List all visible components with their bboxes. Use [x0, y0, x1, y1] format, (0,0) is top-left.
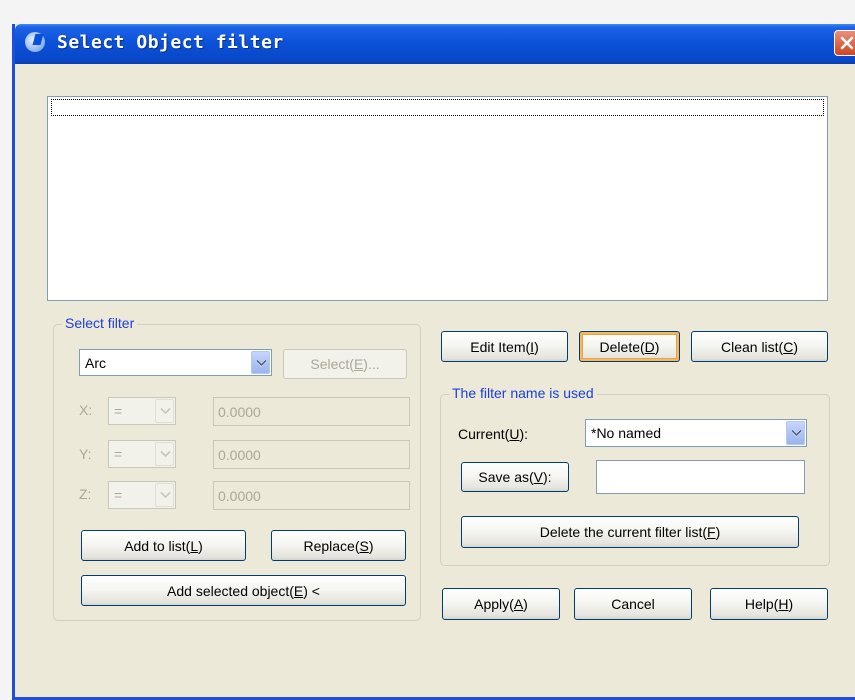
delete-current-filter-list-button[interactable]: Delete the current filter list(F)	[461, 516, 799, 548]
y-label: Y:	[79, 446, 92, 462]
z-operator-value: =	[114, 487, 123, 503]
filter-name-legend: The filter name is used	[449, 385, 597, 401]
select-filter-legend: Select filter	[62, 315, 138, 331]
y-operator-dropdown[interactable]: =	[108, 440, 176, 468]
save-as-button[interactable]: Save as(V):	[461, 462, 569, 492]
close-button[interactable]	[834, 30, 855, 56]
chevron-down-icon[interactable]	[155, 442, 174, 466]
clean-list-button[interactable]: Clean list(C)	[691, 331, 828, 362]
z-operator-dropdown[interactable]: =	[108, 481, 176, 509]
chevron-down-icon[interactable]	[251, 351, 270, 374]
chevron-down-icon[interactable]	[155, 399, 174, 423]
apply-button[interactable]: Apply(A)	[442, 588, 560, 620]
x-value-field[interactable]: 0.0000	[213, 397, 410, 426]
current-filter-dropdown[interactable]: *No named	[585, 419, 807, 447]
save-as-name-field[interactable]	[596, 460, 805, 494]
title-bar[interactable]: Select Object filter	[15, 24, 855, 64]
focus-rectangle	[51, 99, 824, 116]
app-logo-icon	[25, 32, 45, 52]
replace-button[interactable]: Replace(S)	[271, 530, 406, 561]
select-object-filter-dialog: Select Object filter Select filter Arc S…	[12, 24, 855, 700]
object-type-dropdown[interactable]: Arc	[79, 349, 272, 376]
delete-button[interactable]: Delete(D)	[579, 331, 680, 362]
cancel-button[interactable]: Cancel	[574, 588, 692, 620]
x-operator-dropdown[interactable]: =	[108, 397, 176, 425]
dialog-title: Select Object filter	[57, 32, 284, 53]
z-value-field[interactable]: 0.0000	[213, 481, 410, 510]
chevron-down-icon[interactable]	[155, 483, 174, 507]
help-button[interactable]: Help(H)	[710, 588, 828, 620]
current-label: Current(U):	[458, 426, 529, 442]
x-operator-value: =	[114, 403, 123, 419]
z-label: Z:	[79, 486, 92, 502]
current-filter-value: *No named	[591, 425, 662, 441]
edit-item-button[interactable]: Edit Item(I)	[441, 331, 568, 362]
filter-list[interactable]	[47, 96, 828, 301]
close-icon	[840, 36, 854, 50]
chevron-down-icon[interactable]	[786, 421, 805, 445]
add-selected-object-button[interactable]: Add selected object(E) <	[81, 575, 406, 606]
object-type-value: Arc	[85, 354, 106, 371]
add-to-list-button[interactable]: Add to list(L)	[81, 530, 246, 561]
x-label: X:	[79, 402, 93, 418]
y-value-field[interactable]: 0.0000	[213, 440, 410, 469]
y-operator-value: =	[114, 446, 123, 462]
select-button[interactable]: Select(E)...	[283, 349, 407, 379]
